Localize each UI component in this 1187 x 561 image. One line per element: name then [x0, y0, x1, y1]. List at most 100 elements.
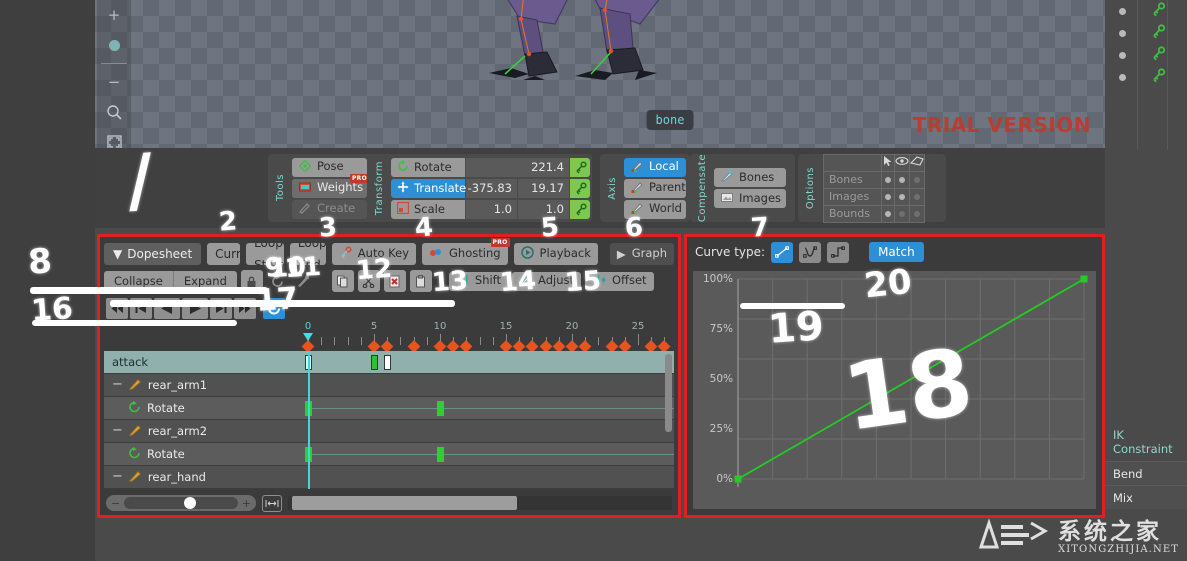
animation-key-cell[interactable]	[371, 355, 378, 370]
list-item[interactable]	[1105, 66, 1187, 88]
zoom-slider-knob[interactable]	[184, 497, 197, 509]
scale-x-value[interactable]: 1.0	[466, 199, 517, 219]
shift-button[interactable]: Shift	[448, 271, 509, 291]
loop-end-field[interactable]: Loop End	[289, 242, 326, 265]
compensate-images-button[interactable]: Images	[714, 189, 786, 208]
rotate-key-icon[interactable]	[570, 157, 590, 177]
options-bones-select-dot[interactable]	[881, 170, 895, 189]
translate-x-value[interactable]: -375.83	[466, 178, 517, 198]
list-item[interactable]	[1105, 22, 1187, 44]
options-bones-tag-dot[interactable]	[909, 170, 925, 189]
linear-curve-icon[interactable]	[771, 241, 794, 263]
key-icon[interactable]	[1151, 23, 1166, 43]
viewport-tool-strip[interactable]: + −	[97, 0, 131, 148]
auto-key-button[interactable]: Auto Key	[331, 242, 417, 265]
stepped-curve-icon[interactable]	[827, 241, 850, 263]
options-bounds-eye-dot[interactable]	[894, 204, 910, 223]
match-button[interactable]: Match	[869, 242, 924, 262]
ik-bend-row[interactable]: Bend	[1105, 461, 1187, 485]
track-row[interactable]: attack	[104, 351, 674, 374]
axis-local-button[interactable]: Local	[624, 157, 686, 177]
list-item[interactable]	[1105, 44, 1187, 66]
options-table[interactable]: Bones Images Bounds	[823, 153, 925, 223]
minus-icon[interactable]: −	[97, 67, 131, 97]
options-bounds-tag-dot[interactable]	[909, 204, 925, 223]
delete-icon[interactable]	[383, 270, 406, 292]
current-frame-field[interactable]: Current 0	[207, 242, 241, 265]
table-row[interactable]: Bones	[823, 170, 925, 189]
dot-icon[interactable]	[97, 30, 131, 60]
table-row[interactable]: Images	[823, 187, 925, 206]
dopesheet-timeline-area[interactable]: 0 5 10 15 20 25 attack − rear_arm1 Rotate − rear_a…	[104, 321, 674, 489]
graph-button[interactable]: ▶ Graph	[609, 242, 674, 265]
zoom-slider-track[interactable]	[124, 497, 238, 509]
paste-icon[interactable]	[409, 270, 432, 292]
track-list[interactable]: attack − rear_arm1 Rotate − rear_arm2 Rotate − r…	[104, 351, 674, 489]
playhead[interactable]	[303, 333, 313, 341]
track-row[interactable]: Rotate	[104, 397, 674, 420]
scale-key-icon[interactable]	[570, 199, 590, 219]
fit-range-icon[interactable]	[262, 494, 282, 512]
rotate-value[interactable]: 221.4	[466, 157, 569, 177]
zoom-icon[interactable]	[97, 97, 131, 127]
snap-icon[interactable]	[293, 270, 315, 292]
viewport-tool-divider	[101, 63, 127, 64]
zoom-in-button[interactable]: +	[242, 497, 251, 510]
add-icon[interactable]: +	[97, 0, 131, 30]
translate-y-value[interactable]: 19.17	[518, 178, 569, 198]
options-images-select-dot[interactable]	[881, 187, 895, 206]
copy-icon[interactable]	[331, 270, 354, 292]
translate-key-icon[interactable]	[570, 178, 590, 198]
track-row[interactable]: − rear_hand	[104, 466, 674, 489]
options-images-tag-dot[interactable]	[909, 187, 925, 206]
zoom-slider[interactable]: − +	[106, 495, 256, 511]
create-button[interactable]: Create	[292, 199, 367, 219]
track-row[interactable]: Rotate	[104, 443, 674, 466]
bezier-curve-icon[interactable]	[799, 241, 822, 263]
key-icon[interactable]	[1151, 45, 1166, 65]
collapse-toggle-icon[interactable]: −	[112, 470, 123, 483]
table-row[interactable]: Bounds	[823, 204, 925, 223]
track-row[interactable]: − rear_arm1	[104, 374, 674, 397]
playback-button[interactable]: Playback	[513, 242, 598, 265]
key-icon[interactable]	[1151, 1, 1166, 21]
collapse-toggle-icon[interactable]: −	[112, 424, 123, 437]
dopesheet-toggle[interactable]: ▼ Dopesheet	[104, 242, 202, 265]
scale-button[interactable]: Scale	[391, 199, 465, 219]
options-bounds-select-dot[interactable]	[881, 204, 895, 223]
ik-mix-row[interactable]: Mix	[1105, 485, 1187, 509]
vertical-scrollbar[interactable]	[665, 354, 672, 432]
horizontal-scrollbar-thumb[interactable]	[292, 496, 517, 510]
horizontal-scrollbar[interactable]	[288, 496, 672, 510]
scale-y-value[interactable]: 1.0	[518, 199, 569, 219]
translate-button[interactable]: Translate	[391, 178, 466, 198]
refresh-icon[interactable]	[267, 270, 289, 292]
cut-icon[interactable]	[357, 270, 380, 292]
translate-row[interactable]: Translate -375.83 19.17	[391, 178, 590, 198]
rotate-button[interactable]: Rotate	[391, 157, 465, 177]
adjust-button[interactable]: Adjust	[512, 271, 581, 291]
viewport[interactable]: + − bone TRIAL VERSION	[95, 0, 1105, 148]
track-row[interactable]: − rear_arm2	[104, 420, 674, 443]
key-icon[interactable]	[1151, 67, 1166, 87]
fit-icon[interactable]	[97, 127, 131, 148]
list-item[interactable]	[1105, 0, 1187, 22]
rotate-row[interactable]: Rotate 221.4	[391, 157, 590, 177]
ghosting-button[interactable]: Ghosting PRO	[422, 237, 510, 265]
axis-world-button[interactable]: World	[624, 199, 686, 219]
axis-parent-button[interactable]: Parent	[624, 178, 686, 198]
offset-button[interactable]: Offset	[584, 271, 654, 291]
timeline-label: 5	[370, 321, 378, 332]
options-bones-eye-dot[interactable]	[894, 170, 910, 189]
keyframe-cell[interactable]	[437, 401, 444, 416]
compensate-bones-button[interactable]: Bones	[714, 168, 786, 187]
zoom-out-button[interactable]: −	[111, 497, 120, 510]
scale-row[interactable]: Scale 1.0 1.0	[391, 199, 590, 219]
collapse-toggle-icon[interactable]: −	[112, 378, 123, 391]
weights-button[interactable]: Weights PRO	[292, 173, 369, 198]
animation-key-cell[interactable]	[384, 355, 392, 370]
keyframe-cell[interactable]	[437, 447, 444, 462]
right-key-column[interactable]	[1105, 0, 1187, 150]
loop-start-field[interactable]: Loop Start	[246, 242, 284, 265]
options-images-eye-dot[interactable]	[894, 187, 910, 206]
